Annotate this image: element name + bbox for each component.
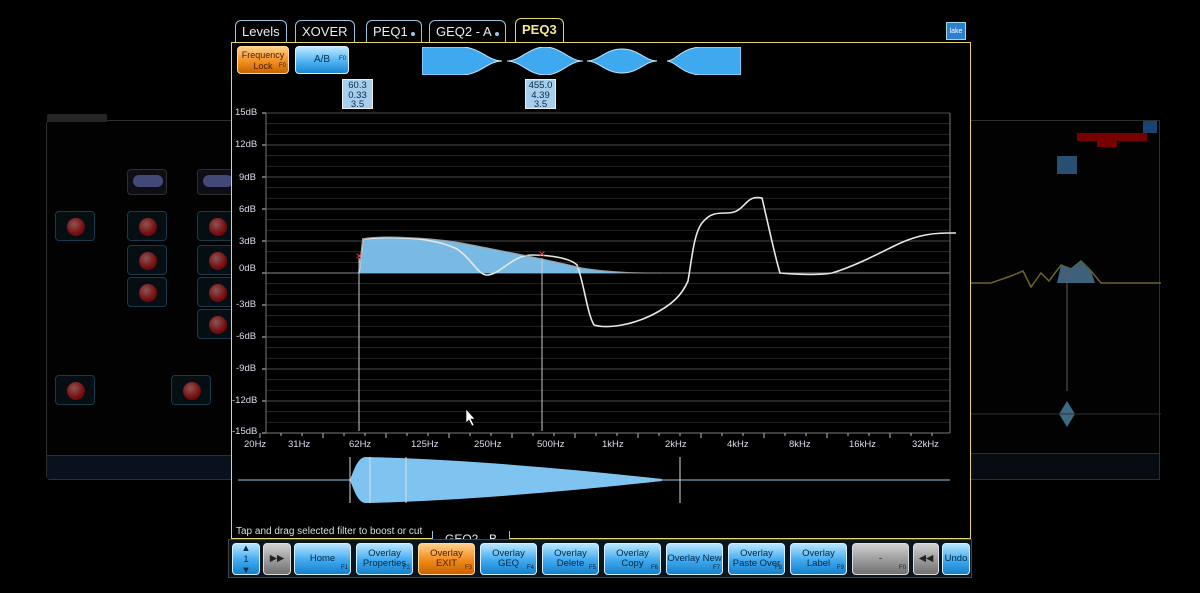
rewind-icon: ◀◀ (918, 553, 934, 564)
next-page-button[interactable]: ▶▶ (263, 543, 291, 575)
button-label: - (878, 553, 883, 564)
tab-indicator-dot (494, 32, 499, 36)
eq-panel: Frequency Lock F0 A/B F0 60.3 0.33 3.5 4… (231, 42, 972, 549)
fkey-label: F2 (402, 565, 410, 571)
background-button (127, 169, 167, 195)
x-axis-label: 20Hz (244, 439, 267, 450)
y-axis-label: -3dB (236, 299, 257, 310)
x-axis-label: 500Hz (537, 439, 565, 450)
y-axis-label: 6dB (239, 204, 256, 215)
x-axis-label: 4kHz (727, 439, 749, 450)
tab-label: Levels (242, 24, 280, 39)
background-mute-button (55, 375, 95, 405)
tab-label: XOVER (302, 24, 348, 39)
fkey-label: F9 (836, 565, 844, 571)
eq-graph[interactable]: × × (232, 43, 972, 533)
overlay-label-button[interactable]: Overlay Label F9 (790, 543, 847, 575)
overlay-paste-over-button[interactable]: Overlay Paste Over F8 (728, 543, 785, 575)
fkey-label: F0 (898, 565, 906, 571)
x-axis-label: 16kHz (849, 439, 876, 450)
empty-function-button[interactable]: - F0 (852, 543, 909, 575)
tab-label: GEQ2 - A (436, 24, 492, 39)
x-axis-label: 125Hz (411, 439, 439, 450)
status-bar: Tap and drag selected filter to boost or… (236, 526, 423, 537)
x-axis-label: 32kHz (912, 439, 939, 450)
filter-response-fill (359, 237, 662, 273)
y-axis-label: -9dB (236, 363, 257, 374)
y-axis-label: 12dB (235, 139, 258, 150)
y-axis-label: -12dB (232, 395, 258, 406)
overlay-geq-button[interactable]: Overlay GEQ F4 (480, 543, 537, 575)
button-label: Home (309, 553, 336, 564)
fkey-label: F1 (340, 565, 348, 571)
overlay-properties-button[interactable]: Overlay Properties F2 (356, 543, 413, 575)
bottom-toolbar: ▲ 1 ▼ ▶▶ Home F1 Overlay Properties F2 Ove… (228, 539, 972, 578)
chevron-down-icon: ▼ (241, 564, 251, 576)
fast-forward-icon: ▶▶ (269, 553, 285, 564)
background-panel-right (960, 120, 1161, 480)
overlay-copy-button[interactable]: Overlay Copy F6 (604, 543, 661, 575)
tab-xover[interactable]: XOVER (295, 20, 355, 42)
undo-button[interactable]: Undo (942, 543, 970, 575)
previous-page-button[interactable]: ◀◀ (913, 543, 939, 575)
background-mute-button (127, 211, 167, 241)
button-label: Undo (944, 553, 968, 564)
y-axis-label: 9dB (239, 172, 256, 183)
eq-grid (259, 112, 951, 438)
x-axis-label: 31Hz (288, 439, 311, 450)
overlay-exit-button[interactable]: Overlay EXIT F3 (418, 543, 475, 575)
page-number: 1 (243, 553, 249, 565)
tab-indicator-dot (410, 32, 415, 36)
fkey-label: F3 (464, 565, 472, 571)
fkey-label: F7 (712, 565, 720, 571)
y-axis-label: 15dB (235, 107, 258, 118)
background-tab (47, 114, 107, 122)
background-toolbar (47, 455, 235, 479)
chevron-up-icon: ▲ (241, 542, 251, 554)
fkey-label: F5 (588, 565, 596, 571)
tab-label: PEQ3 (522, 22, 557, 37)
fkey-label: F6 (650, 565, 658, 571)
background-panel-left (46, 114, 237, 480)
home-button[interactable]: Home F1 (294, 543, 351, 575)
y-axis-label: -15dB (232, 426, 258, 437)
y-axis-label: 3dB (239, 236, 256, 247)
y-axis-label: -6dB (236, 331, 257, 342)
tab-peq1[interactable]: PEQ1 (366, 20, 422, 42)
background-eq-graph (961, 121, 1161, 427)
background-mute-button (127, 277, 167, 307)
peq-overlay-window: Levels XOVER PEQ1 GEQ2 - A PEQ3 lake Fre… (228, 18, 972, 578)
geq-overview-fill[interactable] (350, 457, 662, 503)
background-mute-button (55, 211, 95, 241)
tab-label: PEQ1 (373, 24, 408, 39)
background-toolbar (961, 453, 1159, 479)
overlay-new-button[interactable]: Overlay New F7 (666, 543, 723, 575)
background-mute-button (127, 245, 167, 275)
fkey-label: F4 (526, 565, 534, 571)
x-axis-label: 62Hz (349, 439, 372, 450)
lake-logo: lake (946, 22, 966, 40)
filter-2-handle[interactable]: × (538, 247, 545, 261)
filter-1-handle[interactable]: × (355, 249, 362, 263)
x-axis-label: 1kHz (602, 439, 624, 450)
x-axis-label: 2kHz (665, 439, 687, 450)
tab-geq2-a[interactable]: GEQ2 - A (429, 20, 506, 42)
tab-peq3[interactable]: PEQ3 (515, 18, 564, 42)
x-axis-label: 8kHz (789, 439, 811, 450)
x-axis-label: 250Hz (474, 439, 502, 450)
fkey-label: F8 (774, 565, 782, 571)
background-mute-button (171, 375, 211, 405)
tab-levels[interactable]: Levels (235, 20, 287, 42)
page-selector[interactable]: ▲ 1 ▼ (232, 542, 260, 576)
overlay-delete-button[interactable]: Overlay Delete F5 (542, 543, 599, 575)
y-axis-label: 0dB (239, 263, 256, 274)
